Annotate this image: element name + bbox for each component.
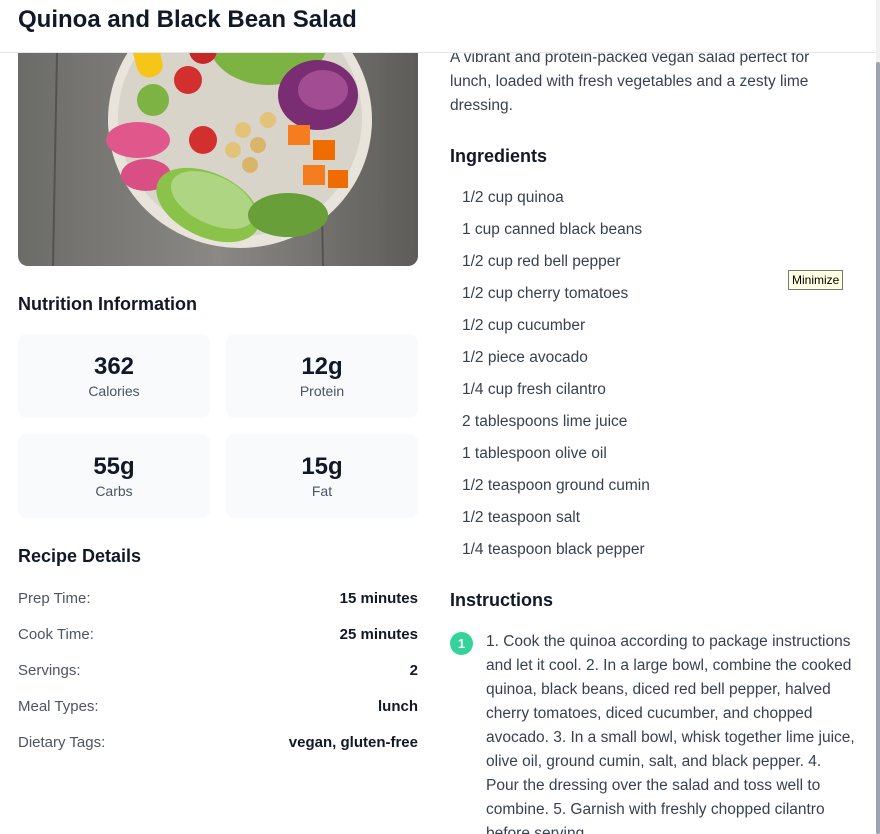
detail-key: Prep Time: <box>18 590 91 607</box>
ingredient-item: 2 tablespoons lime juice <box>462 413 628 430</box>
detail-key: Dietary Tags: <box>18 734 106 751</box>
instructions-title: Instructions <box>450 590 554 610</box>
ingredient-item: 1/2 cup cucumber <box>462 317 586 334</box>
detail-row-dietary-tags: Dietary Tags: vegan, gluten-free <box>18 734 418 754</box>
nutrition-label: Protein <box>299 383 345 399</box>
nutrition-card-fat: 15g Fat <box>226 434 418 518</box>
ingredient-list: 1/2 cup quinoa 1 cup canned black beans … <box>462 186 650 570</box>
detail-value: 2 <box>409 662 418 679</box>
nutrition-label: Fat <box>311 483 333 499</box>
nutrition-value: 55g <box>93 453 135 480</box>
detail-value: vegan, gluten-free <box>288 734 418 751</box>
ingredient-item: 1/2 teaspoon salt <box>462 509 581 526</box>
nutrition-value: 12g <box>301 353 343 380</box>
ingredient-item: 1/4 teaspoon black pepper <box>462 541 645 558</box>
nutrition-label: Carbs <box>95 483 133 499</box>
recipe-description: A vibrant and protein-packed vegan salad… <box>450 49 810 114</box>
detail-row-cook-time: Cook Time: 25 minutes <box>18 626 418 646</box>
ingredient-item: 1 cup canned black beans <box>462 221 643 238</box>
ingredient-item: 1/4 cup fresh cilantro <box>462 381 606 398</box>
nutrition-card-protein: 12g Protein <box>226 334 418 418</box>
detail-value: 25 minutes <box>339 626 418 643</box>
nutrition-title: Nutrition Information <box>18 294 197 314</box>
detail-value: 15 minutes <box>339 590 418 607</box>
nutrition-value: 15g <box>301 453 343 480</box>
page-title: Quinoa and Black Bean Salad <box>18 6 357 33</box>
recipe-details-title: Recipe Details <box>18 546 142 566</box>
ingredients-title: Ingredients <box>450 146 548 166</box>
nutrition-label: Calories <box>88 383 140 399</box>
detail-key: Meal Types: <box>18 698 99 715</box>
step-number-badge: 1 <box>450 632 473 655</box>
scrollbar[interactable] <box>876 0 880 834</box>
detail-row-meal-types: Meal Types: lunch <box>18 698 418 718</box>
ingredient-item: 1/2 cup cherry tomatoes <box>462 285 629 302</box>
ingredient-item: 1/2 cup red bell pepper <box>462 253 621 270</box>
detail-row-prep-time: Prep Time: 15 minutes <box>18 590 418 610</box>
detail-key: Servings: <box>18 662 81 679</box>
detail-row-servings: Servings: 2 <box>18 662 418 682</box>
ingredient-item: 1/2 piece avocado <box>462 349 588 366</box>
minimize-tooltip: Minimize <box>788 270 844 290</box>
ingredient-item: 1 tablespoon olive oil <box>462 445 607 462</box>
ingredient-item: 1/2 cup quinoa <box>462 189 564 206</box>
nutrition-card-carbs: 55g Carbs <box>18 434 210 518</box>
detail-key: Cook Time: <box>18 626 94 643</box>
detail-value: lunch <box>378 698 418 715</box>
scrollbar-thumb[interactable] <box>876 62 880 834</box>
step-text: 1. Cook the quinoa according to package … <box>486 633 855 834</box>
nutrition-value: 362 <box>93 353 135 380</box>
ingredient-item: 1/2 teaspoon ground cumin <box>462 477 650 494</box>
nutrition-card-calories: 362 Calories <box>18 334 210 418</box>
recipe-page: Nutrition Information 362 Calories 12g P… <box>0 0 880 834</box>
page-header: Quinoa and Black Bean Salad <box>0 0 876 53</box>
